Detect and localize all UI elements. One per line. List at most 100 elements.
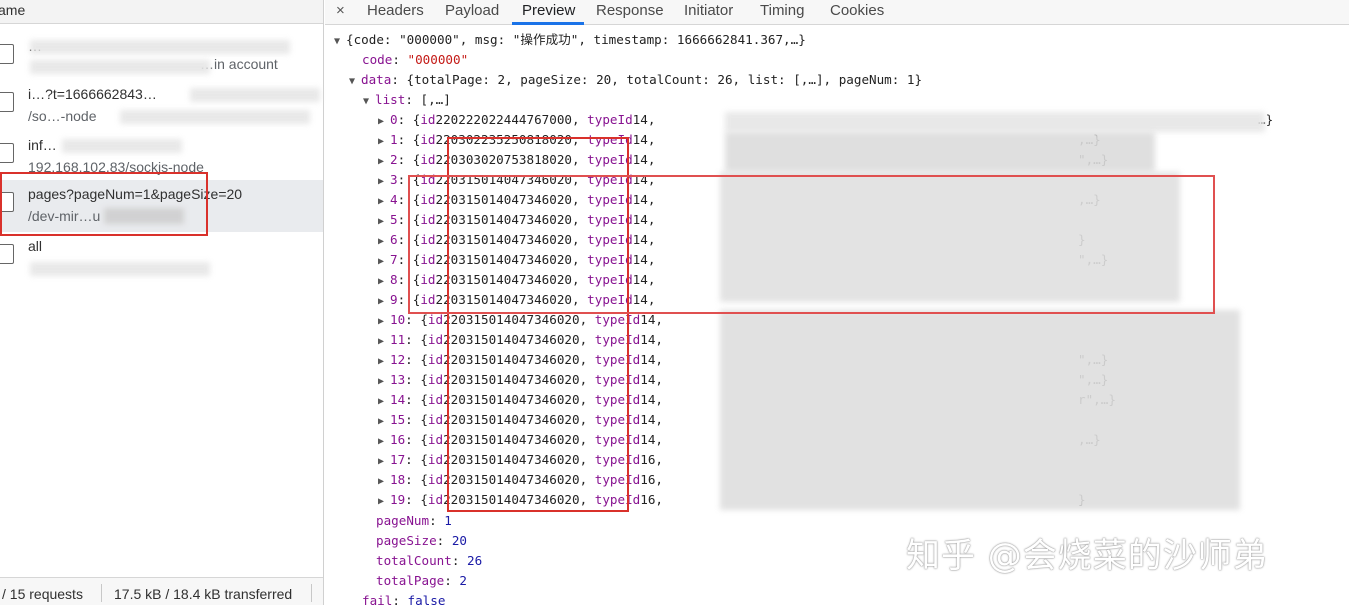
request-path: …in account	[200, 56, 278, 72]
request-type-icon	[0, 92, 14, 112]
json-key: list	[375, 92, 406, 107]
json-key: 18	[390, 472, 406, 487]
json-key: 13	[390, 372, 406, 387]
tree-row-pageSize: pageSize: 20	[376, 533, 468, 548]
json-value: "000000"	[407, 52, 469, 67]
expand-triangle-icon[interactable]: ▶	[378, 432, 390, 452]
redacted-region	[30, 60, 210, 74]
watermark: 知乎 @会烧菜的沙师弟	[906, 536, 1268, 576]
name-column-label: ame	[0, 2, 26, 18]
json-key: 4	[390, 192, 398, 207]
tab-timing[interactable]: Timing	[760, 2, 804, 19]
redacted-region	[720, 310, 1240, 510]
request-name: i…?t=1666662843…	[28, 86, 157, 102]
tree-row-list[interactable]: ▼ list: [,…]	[363, 90, 451, 110]
close-icon[interactable]: ×	[336, 2, 345, 19]
request-name: inf…	[28, 137, 57, 153]
expand-triangle-icon[interactable]: ▶	[378, 352, 390, 372]
expand-triangle-icon[interactable]: ▶	[378, 412, 390, 432]
expand-triangle-icon[interactable]: ▶	[378, 392, 390, 412]
json-key: 0	[390, 112, 398, 127]
expand-triangle-icon[interactable]: ▶	[378, 372, 390, 392]
status-bar: / 15 requests 17.5 kB / 18.4 kB transfer…	[0, 577, 323, 605]
json-key: 11	[390, 332, 406, 347]
expand-triangle-icon[interactable]: ▶	[378, 472, 390, 492]
expand-triangle-icon[interactable]: ▼	[349, 72, 361, 92]
expand-triangle-icon[interactable]: ▶	[378, 452, 390, 472]
tab-headers[interactable]: Headers	[367, 2, 424, 19]
json-key: 14	[390, 392, 406, 407]
json-key: 17	[390, 452, 406, 467]
tree-row-pageNum: pageNum: 1	[376, 513, 452, 528]
name-column-header[interactable]: ame	[0, 0, 323, 24]
tab-initiator[interactable]: Initiator	[684, 2, 733, 19]
tree-row-data[interactable]: ▼ data: {totalPage: 2, pageSize: 20, tota…	[349, 70, 922, 90]
json-key: 1	[390, 132, 398, 147]
redacted-region	[30, 40, 290, 54]
tree-row-fail: fail: false	[362, 593, 446, 605]
expand-triangle-icon[interactable]: ▶	[378, 152, 390, 172]
redacted-region	[725, 132, 1155, 172]
expand-triangle-icon[interactable]: ▶	[378, 252, 390, 272]
expand-triangle-icon[interactable]: ▼	[363, 92, 375, 112]
request-type-icon	[0, 244, 14, 264]
json-key: 2	[390, 152, 398, 167]
request-type-icon	[0, 143, 14, 163]
json-key: 9	[390, 292, 398, 307]
detail-tab-bar: × Headers Payload Preview Response Initi…	[325, 0, 1349, 25]
expand-triangle-icon[interactable]: ▶	[378, 132, 390, 152]
tab-preview[interactable]: Preview	[522, 2, 575, 19]
tree-row-code: code: "000000"	[362, 52, 469, 67]
divider	[311, 584, 312, 602]
active-tab-indicator	[512, 22, 584, 25]
expand-triangle-icon[interactable]: ▶	[378, 232, 390, 252]
expand-triangle-icon[interactable]: ▼	[334, 32, 346, 52]
request-row[interactable]: all	[0, 232, 323, 284]
tree-root-row[interactable]: ▼ {code: "000000", msg: "操作成功", timestamp…	[334, 30, 806, 50]
request-path: /so…-node	[28, 108, 97, 124]
annotation-highlight-box	[0, 172, 208, 236]
json-key: 8	[390, 272, 398, 287]
expand-triangle-icon[interactable]: ▶	[378, 312, 390, 332]
tab-payload[interactable]: Payload	[445, 2, 499, 19]
json-summary: {totalPage: 2, pageSize: 20, totalCount:…	[406, 72, 923, 87]
json-key: 5	[390, 212, 398, 227]
tab-cookies[interactable]: Cookies	[830, 2, 884, 19]
json-key: 19	[390, 492, 406, 507]
request-name: all	[28, 238, 43, 254]
request-row[interactable]: … …in account	[0, 32, 323, 84]
tree-row-totalPage: totalPage: 2	[376, 573, 468, 588]
expand-triangle-icon[interactable]: ▶	[378, 272, 390, 292]
response-detail-panel: × Headers Payload Preview Response Initi…	[325, 0, 1349, 605]
root-summary: {code: "000000", msg: "操作成功", timestamp:…	[346, 32, 806, 47]
expand-triangle-icon[interactable]: ▶	[378, 192, 390, 212]
json-key: data	[361, 72, 392, 87]
transfer-size: 17.5 kB / 18.4 kB transferred	[114, 586, 293, 602]
request-row[interactable]: i…?t=1666662843… /so…-node	[0, 80, 323, 132]
expand-triangle-icon[interactable]: ▶	[378, 112, 390, 132]
redacted-region	[725, 112, 1265, 132]
json-summary: [,…]	[420, 92, 451, 107]
redacted-region	[30, 262, 210, 276]
redacted-region	[62, 139, 182, 153]
expand-triangle-icon[interactable]: ▶	[378, 172, 390, 192]
expand-triangle-icon[interactable]: ▶	[378, 492, 390, 512]
tree-row-totalCount: totalCount: 26	[376, 553, 483, 568]
tab-response[interactable]: Response	[596, 2, 664, 19]
divider	[101, 584, 102, 602]
json-key: 12	[390, 352, 406, 367]
json-key: code	[362, 52, 393, 67]
json-key: 7	[390, 252, 398, 267]
json-key: 6	[390, 232, 398, 247]
expand-triangle-icon[interactable]: ▶	[378, 332, 390, 352]
json-key: 3	[390, 172, 398, 187]
expand-triangle-icon[interactable]: ▶	[378, 292, 390, 312]
expand-triangle-icon[interactable]: ▶	[378, 212, 390, 232]
redacted-region	[120, 110, 310, 124]
json-key: 15	[390, 412, 406, 427]
request-type-icon	[0, 44, 14, 64]
json-key: 16	[390, 432, 406, 447]
list-item-row[interactable]: ▶ 0: {id220222022444767000, typeId14, …}	[378, 110, 1273, 132]
redacted-region	[190, 88, 320, 102]
annotation-duplicate-rows-box	[408, 175, 1215, 314]
